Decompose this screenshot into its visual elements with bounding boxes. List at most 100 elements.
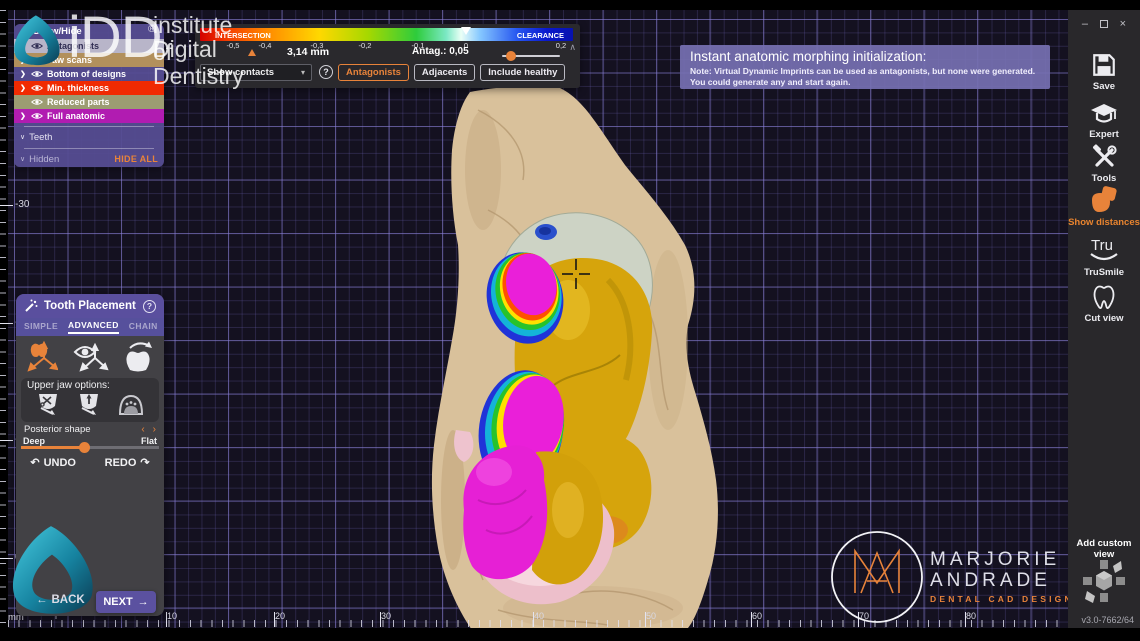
version-label: v3.0-7662/64 (1081, 615, 1134, 625)
minimize-button[interactable]: – (1082, 18, 1088, 30)
add-custom-view-button[interactable]: Add custom view (1068, 538, 1140, 560)
tooth-placement-header: Tooth Placement ? (16, 294, 164, 318)
top-letterbox-bar (0, 0, 1140, 10)
y-ruler-label: -30 (15, 199, 29, 210)
next-arrow-icon: → (138, 596, 149, 608)
sidebar-item-show-distances[interactable]: Show distances (1068, 186, 1140, 228)
antagonists-toggle-button[interactable]: Antagonists (338, 64, 409, 81)
clearance-slider-knob[interactable] (506, 51, 516, 61)
sidebar-item-trusmile[interactable]: Tru TruSmile (1068, 234, 1140, 278)
layer-row-reduced-parts[interactable]: Reduced parts (14, 95, 164, 109)
teeth-group-label: Teeth (29, 132, 52, 143)
save-floppy-icon (1091, 52, 1117, 78)
contacts-help-button[interactable]: ? (319, 65, 333, 79)
include-healthy-toggle-button[interactable]: Include healthy (480, 64, 565, 81)
x-ruler-label: 40 (534, 611, 544, 621)
scale-tick-label: -0,2 (359, 41, 372, 50)
designer-monogram-logo (829, 529, 925, 625)
sidebar-item-label: Expert (1089, 129, 1119, 140)
tooth-placement-help-button[interactable]: ? (143, 300, 156, 313)
cut-view-tooth-icon (1090, 282, 1118, 310)
visibility-eye-icon[interactable] (31, 112, 43, 120)
zero-pointer-icon[interactable] (461, 27, 471, 35)
sidebar-item-tools[interactable]: Tools (1068, 144, 1140, 184)
move-tooth-mode-icon[interactable] (22, 340, 58, 374)
right-sidebar: – × Save Expert (1068, 10, 1140, 628)
next-label: NEXT (103, 596, 132, 608)
sidebar-item-save[interactable]: Save (1068, 52, 1140, 92)
posterior-shape-row: Posterior shape ‹ › (24, 424, 156, 435)
caret-down-icon: ▾ (301, 68, 305, 77)
shape-prev-chevron-icon[interactable]: ‹ (141, 424, 144, 435)
rotate-tooth-mode-icon[interactable] (122, 340, 158, 374)
sidebar-item-expert[interactable]: Expert (1068, 102, 1140, 140)
notification-toast: Instant anatomic morphing initialization… (680, 45, 1050, 89)
idd-logo-small (8, 13, 66, 71)
upper-jaw-arch-option-icon[interactable] (117, 392, 145, 416)
sidebar-item-label: Cut view (1084, 313, 1123, 324)
visibility-eye-icon[interactable] (31, 84, 43, 92)
application-window: 10 20 30 40 50 60 70 80 -30 -20 -10 0 mm… (0, 0, 1140, 641)
redo-arrow-icon: ↷ (140, 456, 149, 469)
layer-row-min-thickness[interactable]: ❯ Min. thickness (14, 81, 164, 95)
redo-button[interactable]: REDO ↷ (105, 456, 150, 469)
toolbar-collapse-chevron-icon[interactable]: ∧ (569, 42, 576, 53)
x-ruler-label: 10 (167, 611, 177, 621)
trusmile-icon-text: Tru (1091, 237, 1113, 254)
sidebar-item-cut-view[interactable]: Cut view (1068, 282, 1140, 324)
expand-down-chevron-icon[interactable]: ∨ (20, 133, 25, 141)
upper-jaw-options-box: Upper jaw options: (21, 378, 159, 422)
tooth-placement-title: Tooth Placement (44, 300, 136, 312)
intersection-label: INTERSECTION (215, 31, 271, 40)
layer-row-full-anatomic[interactable]: ❯ Full anatomic (14, 109, 164, 123)
layer-label: Full anatomic (47, 111, 105, 121)
scale-tick-label: -0,5 (227, 41, 240, 50)
magic-wand-icon (24, 299, 38, 313)
contact-filter-buttons: Antagonists Adjacents Include healthy (338, 64, 565, 81)
sidebar-item-label: Save (1093, 81, 1115, 92)
expand-chevron-icon[interactable]: ❯ (20, 112, 27, 120)
expand-down-chevron-icon[interactable]: ∨ (20, 155, 25, 163)
hidden-group-label: Hidden (29, 154, 59, 165)
undo-button[interactable]: ↶ UNDO (30, 456, 76, 469)
clearance-label: CLEARANCE (517, 31, 564, 40)
teeth-group-row[interactable]: ∨ Teeth (14, 129, 164, 145)
y-ruler-tick (0, 205, 13, 206)
x-ruler-label: 80 (966, 611, 976, 621)
close-button[interactable]: × (1120, 18, 1126, 30)
tooth-placement-tabs: SIMPLE ADVANCED CHAIN (16, 318, 164, 336)
visibility-eye-icon[interactable] (31, 98, 43, 106)
antagonist-distance-value: Antag.: 0,05 (412, 46, 469, 57)
bottom-letterbox-bar (0, 628, 1140, 641)
notification-note: Note: Virtual Dynamic Imprints can be us… (690, 66, 1040, 89)
back-button[interactable]: ← BACK (36, 594, 85, 606)
layer-label: Reduced parts (47, 97, 110, 107)
visibility-eye-icon[interactable] (31, 70, 43, 78)
slider-knob[interactable] (79, 442, 90, 453)
view-direction-mode-icon[interactable] (71, 340, 109, 374)
show-contacts-dropdown[interactable]: Show contacts ▾ (200, 64, 312, 81)
hide-all-button[interactable]: HIDE ALL (114, 154, 158, 164)
scale-tick-label: 0,2 (556, 41, 566, 50)
upper-jaw-option-icons (27, 392, 153, 416)
hidden-group-row[interactable]: ∨ Hidden HIDE ALL (14, 151, 164, 167)
expand-chevron-icon[interactable]: ❯ (20, 70, 27, 78)
measured-distance-value: 3,14 mm (287, 46, 329, 58)
view-cube-widget[interactable] (1081, 558, 1127, 604)
tab-simple[interactable]: SIMPLE (24, 321, 58, 333)
restore-window-button[interactable] (1100, 20, 1108, 28)
expand-chevron-icon[interactable]: ❯ (20, 84, 27, 92)
adjacents-toggle-button[interactable]: Adjacents (414, 64, 475, 81)
shape-next-chevron-icon[interactable]: › (153, 424, 156, 435)
next-button[interactable]: NEXT → (96, 591, 156, 613)
tab-chain[interactable]: CHAIN (129, 321, 158, 333)
panel-divider (24, 126, 154, 127)
upper-jaw-elongate-option-icon[interactable] (76, 392, 102, 416)
tab-advanced[interactable]: ADVANCED (68, 320, 119, 334)
upper-jaw-trim-option-icon[interactable] (35, 392, 61, 416)
x-ruler-label: 60 (752, 611, 762, 621)
trusmile-icon: Tru (1086, 234, 1122, 264)
distance-toolbar: INTERSECTION CLEARANCE -0,5 -0,4 -0,3 -0… (195, 24, 580, 88)
x-ruler-label: 20 (275, 611, 285, 621)
slider-min-label: Deep (23, 436, 45, 446)
